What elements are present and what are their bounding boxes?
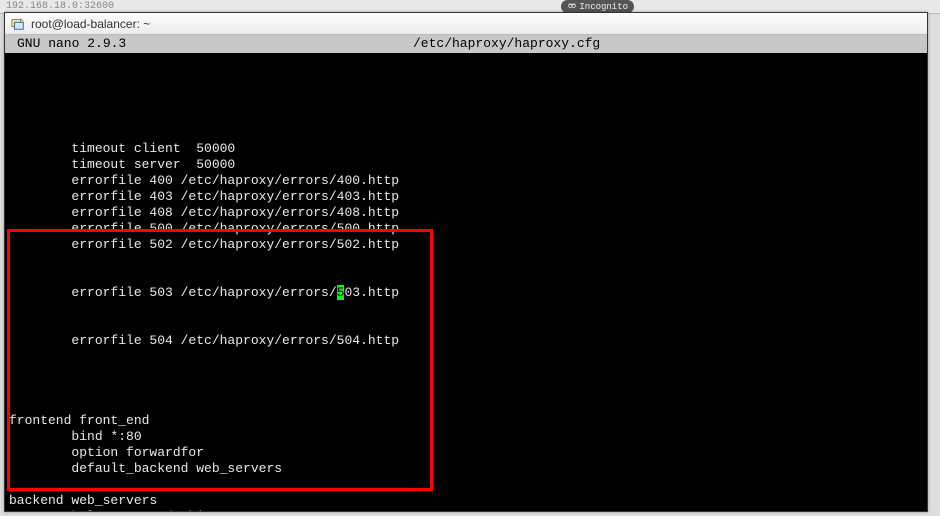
config-line [5,477,927,493]
window-title: root@load-balancer: ~ [31,17,150,31]
config-line: errorfile 502 /etc/haproxy/errors/502.ht… [5,237,927,253]
cursor-after: 03.http [344,285,399,300]
config-line: timeout server 50000 [5,157,927,173]
config-line [5,349,927,365]
nano-header-bar: GNU nano 2.9.3 /etc/haproxy/haproxy.cfg [5,35,927,53]
cursor-before: errorfile 503 /etc/haproxy/errors/ [9,285,337,300]
incognito-label: Incognito [579,2,628,12]
config-line-cursor: errorfile 503 /etc/haproxy/errors/503.ht… [5,285,927,301]
config-line: option forwardfor [5,445,927,461]
config-line: bind *:80 [5,429,927,445]
desktop-background: 192.168.18.0:32600 Incognito root@load-b… [0,0,940,516]
config-line: timeout client 50000 [5,141,927,157]
putty-icon [11,17,25,31]
window-titlebar[interactable]: root@load-balancer: ~ [5,13,927,35]
config-line: errorfile 403 /etc/haproxy/errors/403.ht… [5,189,927,205]
config-line: errorfile 408 /etc/haproxy/errors/408.ht… [5,205,927,221]
config-line: errorfile 400 /etc/haproxy/errors/400.ht… [5,173,927,189]
config-line: frontend front_end [5,413,927,429]
config-line: balance roundrobin [5,509,927,511]
config-line [5,365,927,381]
config-line: default_backend web_servers [5,461,927,477]
nano-filename: /etc/haproxy/haproxy.cfg [413,35,640,53]
terminal-content[interactable]: timeout client 50000 timeout server 5000… [5,53,927,511]
config-line [5,93,927,109]
terminal-window: root@load-balancer: ~ GNU nano 2.9.3 /et… [4,12,928,512]
config-line: errorfile 504 /etc/haproxy/errors/504.ht… [5,333,927,349]
config-line: backend web_servers [5,493,927,509]
config-line: errorfile 500 /etc/haproxy/errors/500.ht… [5,221,927,237]
address-fragment: 192.168.18.0:32600 [6,1,114,12]
nano-version: GNU nano 2.9.3 [5,35,126,53]
